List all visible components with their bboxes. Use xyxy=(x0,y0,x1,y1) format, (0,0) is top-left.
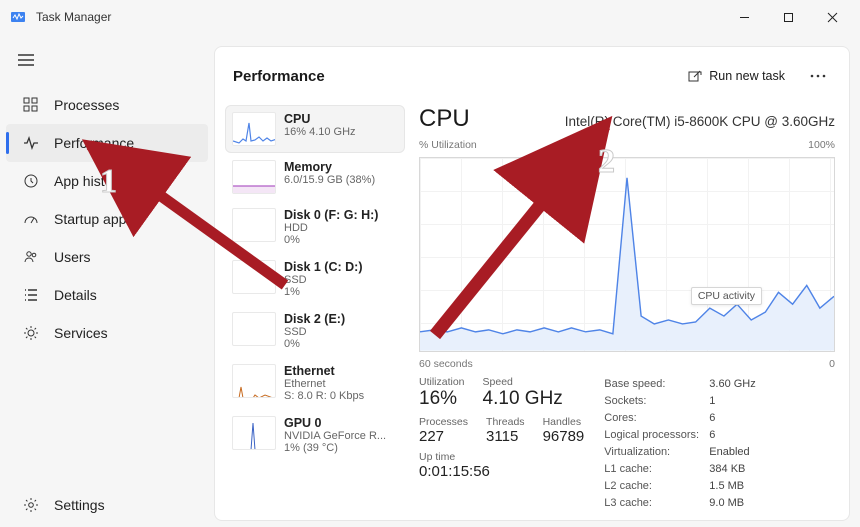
run-task-icon xyxy=(688,69,702,83)
page-title: Performance xyxy=(233,68,325,85)
nav-label: Settings xyxy=(54,497,105,513)
nav-users[interactable]: Users xyxy=(6,238,208,276)
list-icon xyxy=(22,286,40,304)
nav-processes[interactable]: Processes xyxy=(6,86,208,124)
stat-utilization: 16% xyxy=(419,388,465,410)
maximize-button[interactable] xyxy=(766,2,810,32)
app-icon xyxy=(10,9,26,25)
axis-label-right: 100% xyxy=(808,139,835,151)
resource-list: CPU16% 4.10 GHz Memory6.0/15.9 GB (38%) … xyxy=(215,101,405,520)
speed-icon xyxy=(22,210,40,228)
stat-processes: 227 xyxy=(419,428,468,445)
cpu-model: Intel(R) Core(TM) i5-8600K CPU @ 3.60GHz xyxy=(565,114,835,129)
stat-speed: 4.10 GHz xyxy=(483,388,563,410)
hamburger-button[interactable] xyxy=(0,42,214,78)
cpu-detail: CPU Intel(R) Core(TM) i5-8600K CPU @ 3.6… xyxy=(405,101,849,520)
title-bar: Task Manager xyxy=(0,0,860,34)
nav-label: Startup apps xyxy=(54,211,133,227)
nav-label: Services xyxy=(54,325,108,341)
disk-thumb xyxy=(232,208,276,242)
nav-label: Processes xyxy=(54,97,119,113)
disk-thumb xyxy=(232,260,276,294)
nav-label: App history xyxy=(54,173,124,189)
nav-startup-apps[interactable]: Startup apps xyxy=(6,200,208,238)
gear-icon xyxy=(22,324,40,342)
resource-item-ethernet[interactable]: EthernetEthernetS: 8.0 R: 0 Kbps xyxy=(225,357,405,409)
nav-label: Details xyxy=(54,287,97,303)
window-title: Task Manager xyxy=(36,10,111,24)
settings-icon xyxy=(22,496,40,514)
resource-item-gpu0[interactable]: GPU 0NVIDIA GeForce R...1% (39 °C) xyxy=(225,409,405,461)
gpu-thumb xyxy=(232,416,276,450)
minimize-button[interactable] xyxy=(722,2,766,32)
stat-uptime: 0:01:15:56 xyxy=(419,463,584,480)
axis-label-bl: 60 seconds xyxy=(419,358,473,370)
nav-app-history[interactable]: App history xyxy=(6,162,208,200)
activity-icon xyxy=(22,134,40,152)
cpu-thumb xyxy=(232,112,276,146)
run-task-label: Run new task xyxy=(709,69,785,83)
close-button[interactable] xyxy=(810,2,854,32)
more-button[interactable] xyxy=(803,61,833,91)
nav-label: Users xyxy=(54,249,91,265)
stat-threads: 3115 xyxy=(486,428,525,445)
axis-label-br: 0 xyxy=(829,358,835,370)
grid-icon xyxy=(22,96,40,114)
resource-item-disk2[interactable]: Disk 2 (E:)SSD0% xyxy=(225,305,405,357)
run-new-task-button[interactable]: Run new task xyxy=(678,63,795,89)
resource-item-disk0[interactable]: Disk 0 (F: G: H:)HDD0% xyxy=(225,201,405,253)
performance-panel: Performance Run new task CPU 16% xyxy=(214,46,850,521)
cpu-chart: CPU activity xyxy=(419,157,835,352)
nav-services[interactable]: Services xyxy=(6,314,208,352)
window-controls xyxy=(722,2,854,32)
resource-item-cpu[interactable]: CPU16% 4.10 GHz xyxy=(225,105,405,153)
mem-thumb xyxy=(232,160,276,194)
disk-thumb xyxy=(232,312,276,346)
nav-details[interactable]: Details xyxy=(6,276,208,314)
nav-label: Performance xyxy=(54,135,134,151)
detail-title: CPU xyxy=(419,105,470,133)
resource-item-memory[interactable]: Memory6.0/15.9 GB (38%) xyxy=(225,153,405,201)
axis-label-left: % Utilization xyxy=(419,139,477,151)
nav-performance[interactable]: Performance xyxy=(6,124,208,162)
eth-thumb xyxy=(232,364,276,398)
chart-tooltip: CPU activity xyxy=(691,287,762,305)
resource-item-disk1[interactable]: Disk 1 (C: D:)SSD1% xyxy=(225,253,405,305)
cpu-specs: Base speed:3.60 GHz Sockets:1 Cores:6 Lo… xyxy=(604,376,755,512)
users-icon xyxy=(22,248,40,266)
nav-settings[interactable]: Settings xyxy=(6,483,208,527)
stat-handles: 96789 xyxy=(543,428,585,445)
history-icon xyxy=(22,172,40,190)
nav-rail: Processes Performance App history Startu… xyxy=(0,34,214,527)
